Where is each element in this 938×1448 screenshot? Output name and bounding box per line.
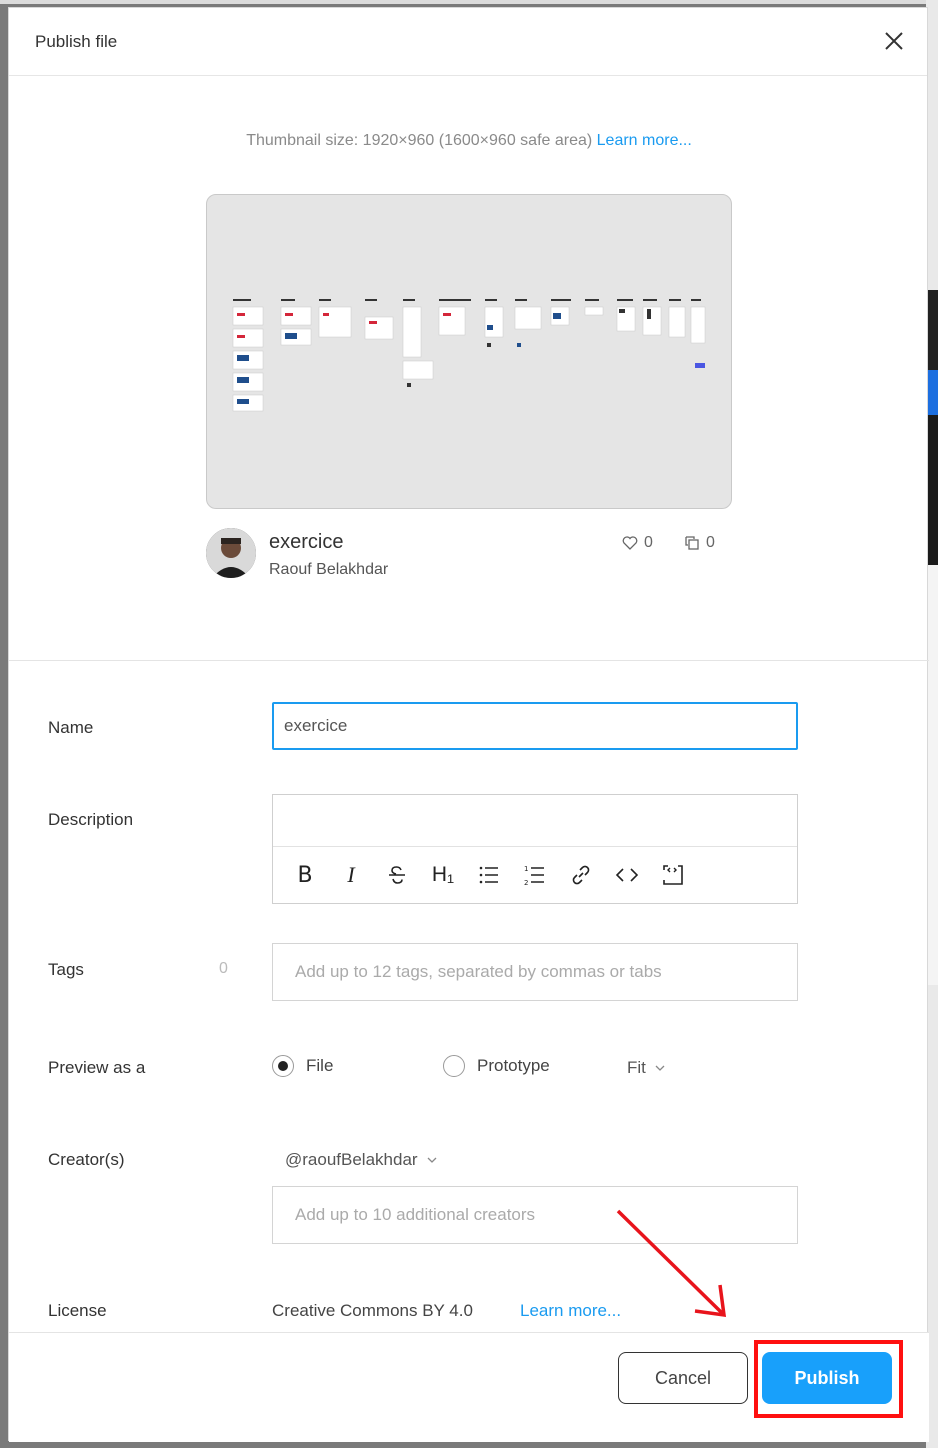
- bullet-list-button[interactable]: [475, 861, 503, 889]
- code-icon: [615, 868, 639, 882]
- publish-button[interactable]: Publish: [762, 1352, 892, 1404]
- chevron-down-icon: [655, 1065, 665, 1071]
- radio-selected-icon: [272, 1055, 294, 1077]
- heading-icon: H₁: [431, 863, 455, 886]
- preview-file-radio[interactable]: File: [272, 1055, 333, 1077]
- radio-unselected-icon: [443, 1055, 465, 1077]
- license-value: Creative Commons BY 4.0: [272, 1301, 473, 1320]
- code-block-icon: [663, 865, 683, 885]
- cancel-button[interactable]: Cancel: [618, 1352, 748, 1404]
- dialog-title: Publish file: [35, 32, 118, 51]
- heart-icon: [622, 536, 638, 550]
- description-label: Description: [48, 810, 134, 829]
- file-info: exercice Raouf Belakhdar 0 0: [206, 528, 732, 588]
- formatting-toolbar: B I H₁ 12: [273, 847, 797, 903]
- svg-text:1: 1: [524, 865, 528, 873]
- numbered-list-button[interactable]: 12: [521, 861, 549, 889]
- description-input[interactable]: [273, 795, 797, 847]
- italic-button[interactable]: I: [337, 861, 365, 889]
- link-button[interactable]: [567, 861, 595, 889]
- dialog-header: Publish file: [9, 8, 927, 76]
- thumbnail-learn-more-link[interactable]: Learn more...: [597, 132, 692, 149]
- file-author: Raouf Belakhdar: [269, 561, 389, 578]
- bullet-list-icon: [479, 866, 498, 884]
- likes-count: 0: [644, 534, 653, 551]
- duplicates-count: 0: [706, 534, 715, 551]
- tags-count: 0: [219, 960, 228, 977]
- file-thumbnail[interactable]: [206, 194, 732, 509]
- bold-button[interactable]: B: [291, 861, 319, 889]
- duplicate-icon: [685, 536, 699, 550]
- close-button[interactable]: [881, 28, 907, 54]
- background-top-line: [0, 0, 938, 4]
- additional-creators-input[interactable]: [272, 1186, 798, 1244]
- bold-icon: B: [297, 862, 313, 888]
- preview-prototype-radio[interactable]: Prototype: [443, 1055, 550, 1077]
- close-icon: [885, 32, 903, 50]
- numbered-list-icon: 12: [524, 865, 544, 887]
- name-label: Name: [48, 718, 94, 737]
- code-button[interactable]: [613, 861, 641, 889]
- code-block-button[interactable]: [659, 861, 687, 889]
- name-input[interactable]: [272, 702, 798, 750]
- license-learn-more-link[interactable]: Learn more...: [520, 1301, 621, 1321]
- preview-label: Preview as a: [48, 1058, 146, 1077]
- tags-label: Tags: [48, 960, 84, 979]
- link-icon: [572, 865, 590, 885]
- thumbnail-note: Thumbnail size: 1920×960 (1600×960 safe …: [246, 132, 692, 149]
- strikethrough-icon: [389, 866, 405, 884]
- heading-button[interactable]: H₁: [429, 861, 457, 889]
- tags-input[interactable]: [272, 943, 798, 1001]
- italic-icon: I: [347, 862, 355, 887]
- duplicates-stat[interactable]: 0: [683, 534, 715, 552]
- creator-dropdown[interactable]: @raoufBelakhdar: [285, 1150, 438, 1170]
- section-divider: [9, 660, 929, 661]
- chevron-down-icon: [427, 1157, 437, 1163]
- license-label: License: [48, 1301, 107, 1320]
- description-editor: B I H₁ 12: [272, 794, 798, 904]
- avatar: [206, 528, 256, 578]
- fit-dropdown[interactable]: Fit: [627, 1058, 666, 1078]
- creators-label: Creator(s): [48, 1150, 125, 1169]
- thumbnail-preview-image: [232, 299, 706, 412]
- likes-stat[interactable]: 0: [621, 534, 653, 552]
- strikethrough-button[interactable]: [383, 861, 411, 889]
- file-name: exercice: [269, 531, 344, 553]
- svg-text:2: 2: [524, 879, 528, 887]
- publish-dialog: Publish file Thumbnail size: 1920×960 (1…: [8, 7, 929, 1442]
